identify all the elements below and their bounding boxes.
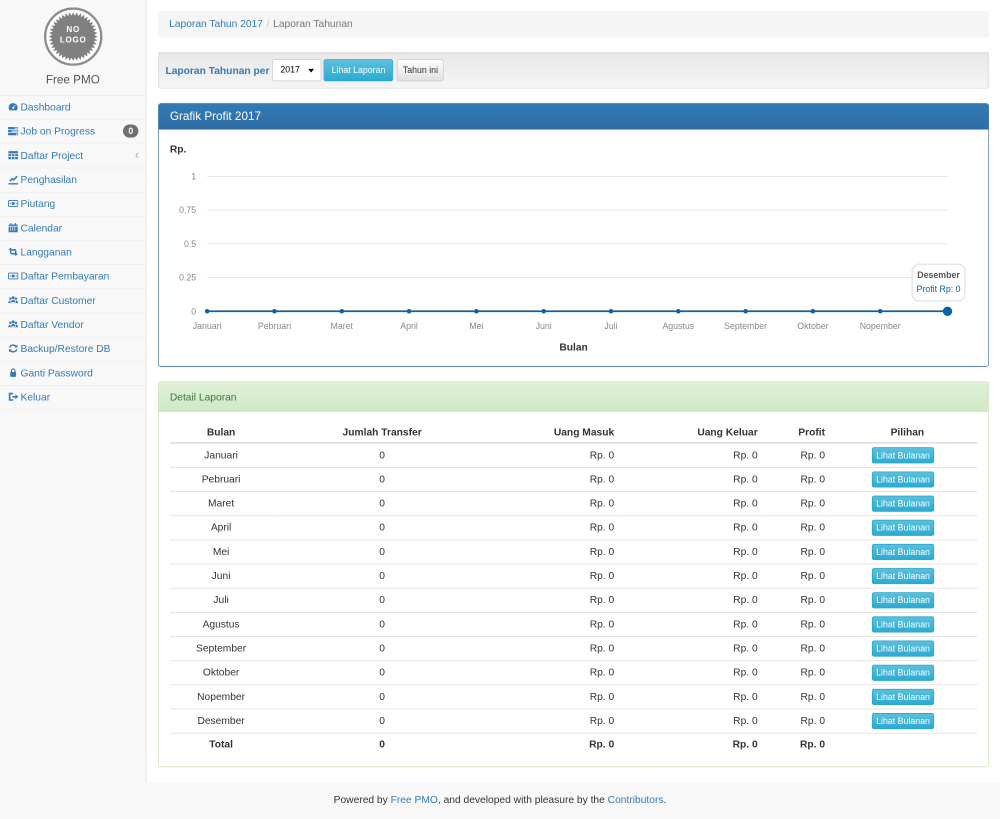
- svg-text:0.25: 0.25: [179, 273, 196, 283]
- svg-text:Maret: Maret: [331, 321, 354, 331]
- svg-text:Agustus: Agustus: [662, 321, 694, 331]
- svg-text:September: September: [724, 321, 767, 331]
- svg-text:0: 0: [191, 306, 196, 316]
- svg-text:Nopember: Nopember: [860, 321, 901, 331]
- svg-text:Januari: Januari: [193, 321, 222, 331]
- svg-text:Mei: Mei: [469, 321, 483, 331]
- svg-text:LOGO: LOGO: [60, 35, 87, 44]
- svg-text:Juni: Juni: [536, 321, 552, 331]
- svg-text:NO: NO: [66, 25, 80, 34]
- svg-text:Pebruari: Pebruari: [258, 321, 291, 331]
- svg-text:Oktober: Oktober: [797, 321, 828, 331]
- svg-text:Juli: Juli: [604, 321, 617, 331]
- svg-text:April: April: [400, 321, 418, 331]
- svg-text:0.75: 0.75: [179, 205, 196, 215]
- svg-text:1: 1: [191, 172, 196, 182]
- svg-text:0.5: 0.5: [184, 239, 196, 249]
